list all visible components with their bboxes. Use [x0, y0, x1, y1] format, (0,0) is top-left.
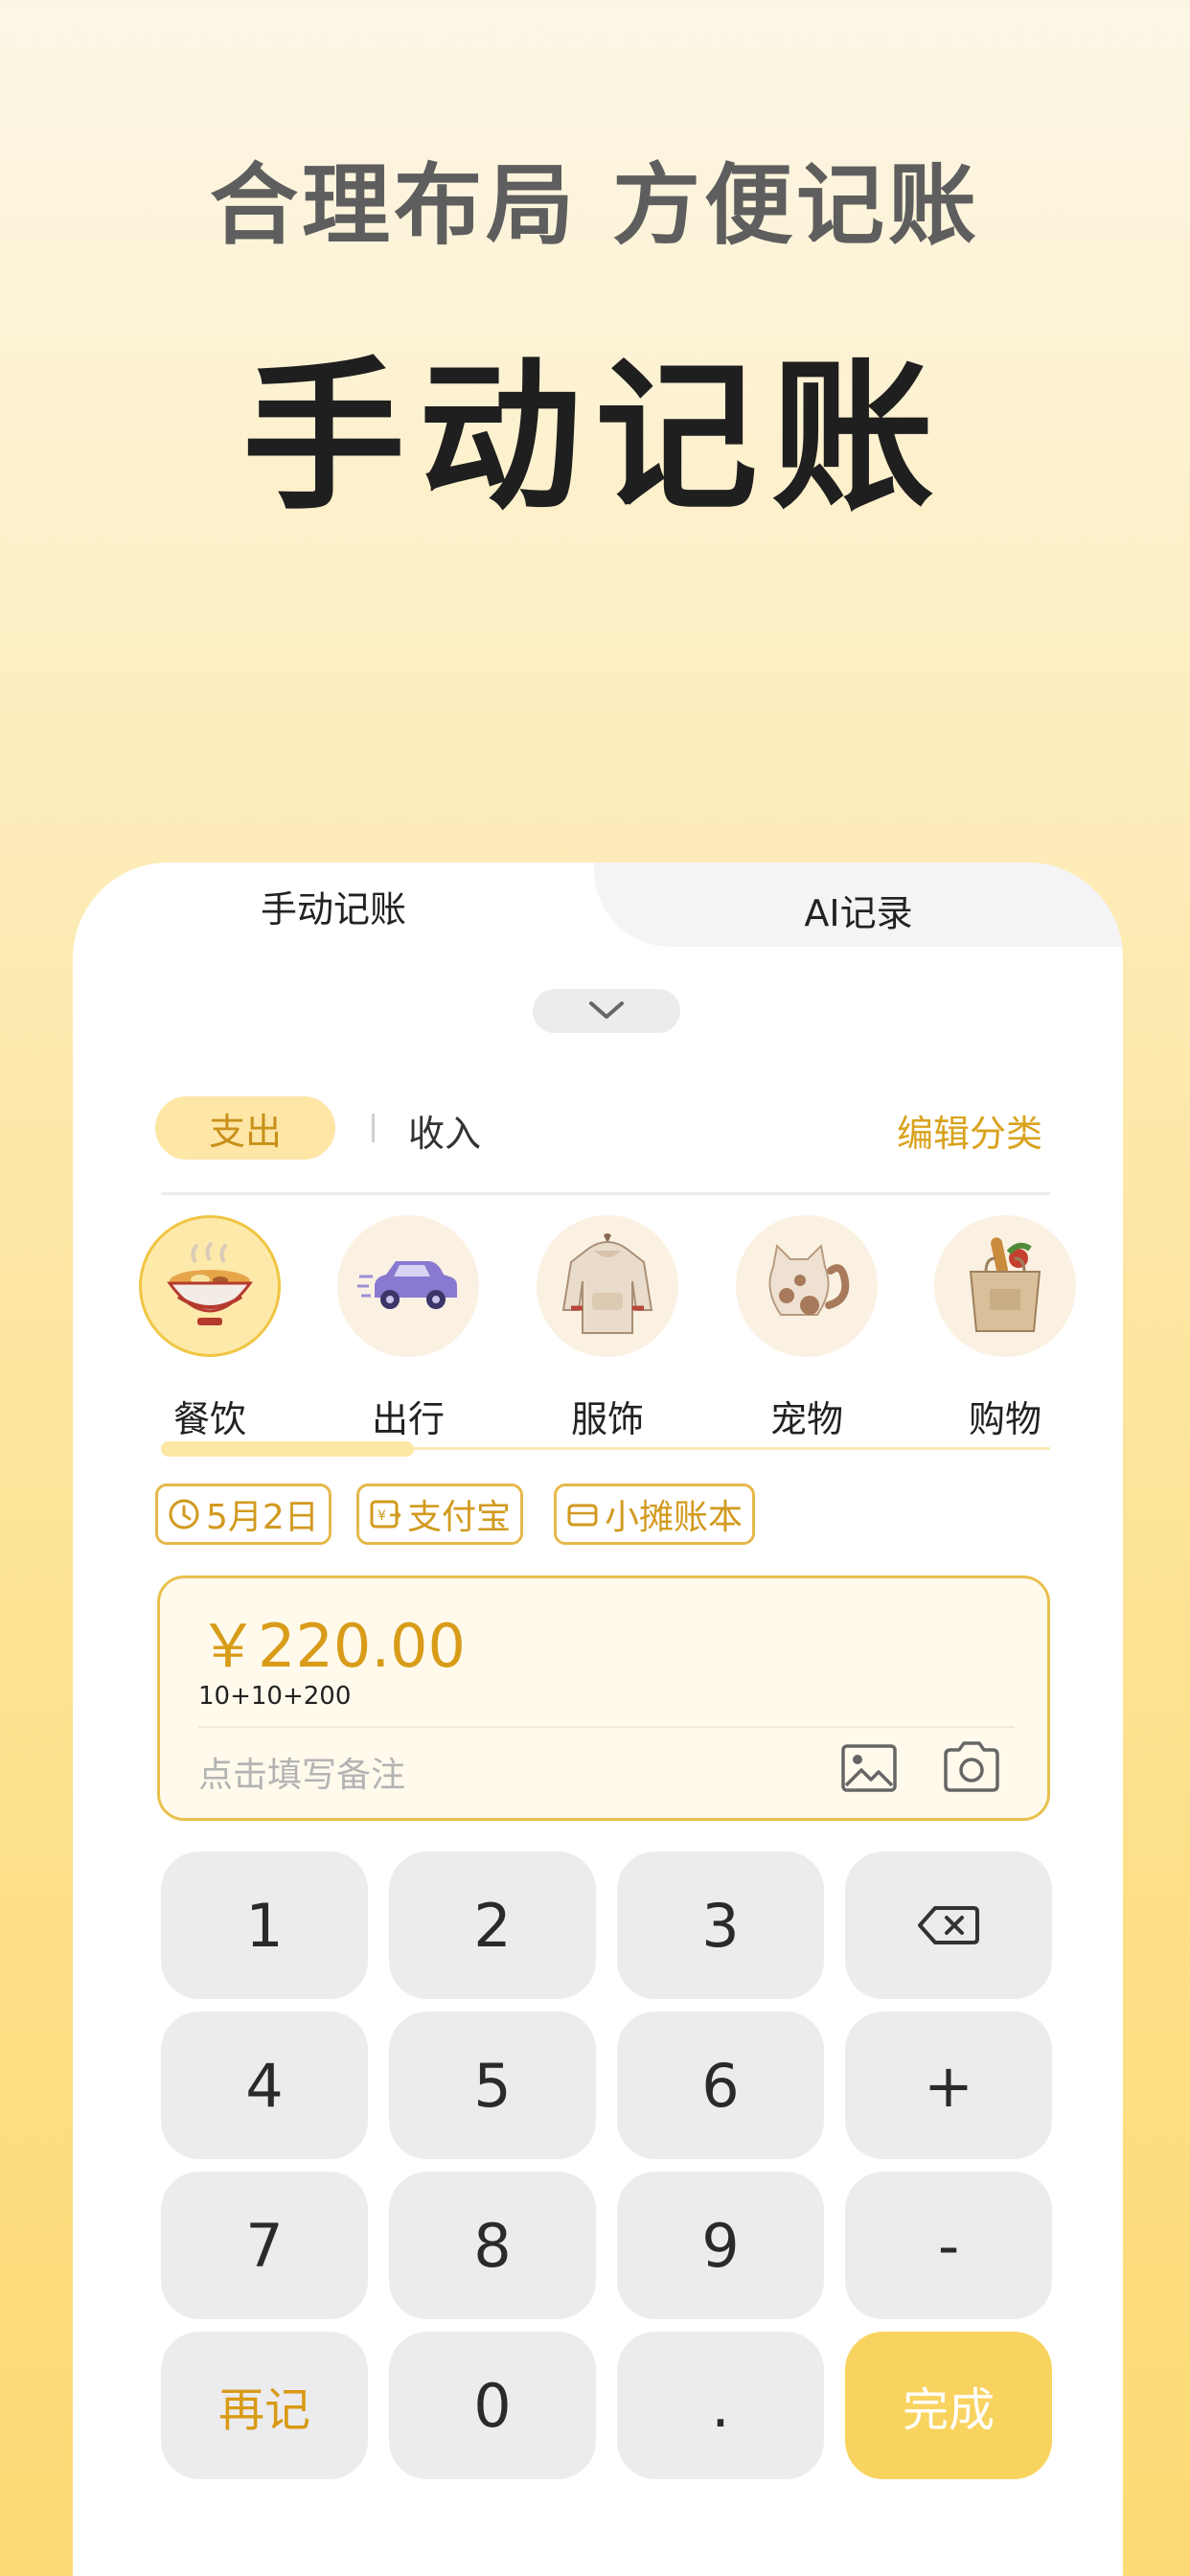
- amount-value: ￥220.00: [198, 1611, 466, 1681]
- key-3[interactable]: 3: [617, 1852, 824, 1999]
- category-pet[interactable]: 宠物: [735, 1215, 879, 1442]
- key-9[interactable]: 9: [617, 2172, 824, 2319]
- backspace-key[interactable]: [845, 1852, 1052, 1999]
- hero-title: 手动记账: [241, 343, 948, 533]
- category-scroll-thumb[interactable]: [161, 1441, 414, 1457]
- date-chip[interactable]: 5月2日: [155, 1484, 332, 1545]
- cat-icon: [768, 1243, 850, 1316]
- record-again-button[interactable]: 再记: [161, 2332, 368, 2479]
- date-chip-label: 5月2日: [206, 1498, 319, 1537]
- ledger-chip-label: 小摊账本: [605, 1498, 744, 1537]
- bookkeeping-card: 手动记账 AI记录 支出 收入 编辑分类 餐饮 出行 服饰 宠物 购物 5月2日…: [73, 862, 1123, 2576]
- amount-separator: [198, 1726, 1015, 1728]
- category-transport[interactable]: 出行: [336, 1215, 480, 1442]
- type-divider: [372, 1114, 375, 1142]
- wallet-icon: [567, 1504, 598, 1527]
- category-label: 宠物: [769, 1398, 843, 1440]
- key-minus[interactable]: -: [845, 2172, 1052, 2319]
- key-dot[interactable]: .: [617, 2332, 824, 2479]
- category-label: 出行: [371, 1398, 445, 1440]
- collapse-handle[interactable]: [533, 989, 680, 1033]
- tab-manual[interactable]: 手动记账: [73, 862, 594, 949]
- chevron-down-icon: [589, 1001, 624, 1019]
- car-icon: [357, 1261, 457, 1309]
- key-0[interactable]: 0: [389, 2332, 596, 2479]
- note-input[interactable]: 点击填写备注: [198, 1747, 405, 1797]
- income-tab[interactable]: 收入: [408, 1104, 481, 1157]
- grocery-bag-icon: [969, 1237, 1041, 1332]
- camera-icon[interactable]: [942, 1739, 1001, 1795]
- edit-category-link[interactable]: 编辑分类: [897, 1104, 1042, 1157]
- key-plus[interactable]: +: [845, 2012, 1052, 2159]
- key-6[interactable]: 6: [617, 2012, 824, 2159]
- hero-subtitle: 合理布局 方便记账: [209, 154, 981, 257]
- svg-text:¥: ¥: [378, 1508, 386, 1524]
- key-1[interactable]: 1: [161, 1852, 368, 1999]
- category-label: 餐饮: [172, 1398, 246, 1440]
- expense-tab[interactable]: 支出: [155, 1096, 335, 1160]
- ledger-chip[interactable]: 小摊账本: [554, 1484, 756, 1545]
- key-8[interactable]: 8: [389, 2172, 596, 2319]
- category-dining[interactable]: 餐饮: [138, 1215, 282, 1442]
- tab-ai-label: AI记录: [804, 891, 913, 934]
- amount-formula: 10+10+200: [198, 1682, 352, 1711]
- noodle-bowl-icon: [167, 1241, 253, 1325]
- image-icon[interactable]: [840, 1741, 898, 1795]
- amount-panel: ￥220.00 10+10+200 点击填写备注: [157, 1576, 1050, 1821]
- clock-icon: [169, 1499, 199, 1530]
- key-5[interactable]: 5: [389, 2012, 596, 2159]
- hoodie-icon: [561, 1233, 653, 1334]
- category-label: 服饰: [570, 1398, 644, 1440]
- backspace-icon: [918, 1906, 979, 1944]
- category-label: 购物: [968, 1398, 1041, 1440]
- key-7[interactable]: 7: [161, 2172, 368, 2319]
- key-4[interactable]: 4: [161, 2012, 368, 2159]
- payment-chip[interactable]: ¥ 支付宝: [356, 1484, 524, 1545]
- category-shopping[interactable]: 购物: [933, 1215, 1077, 1442]
- done-button[interactable]: 完成: [845, 2332, 1052, 2479]
- key-2[interactable]: 2: [389, 1852, 596, 1999]
- category-clothing[interactable]: 服饰: [536, 1215, 679, 1442]
- payment-chip-label: 支付宝: [407, 1498, 512, 1537]
- tab-ai[interactable]: AI记录: [594, 862, 1123, 947]
- divider: [161, 1192, 1050, 1195]
- payment-icon: ¥: [370, 1500, 401, 1529]
